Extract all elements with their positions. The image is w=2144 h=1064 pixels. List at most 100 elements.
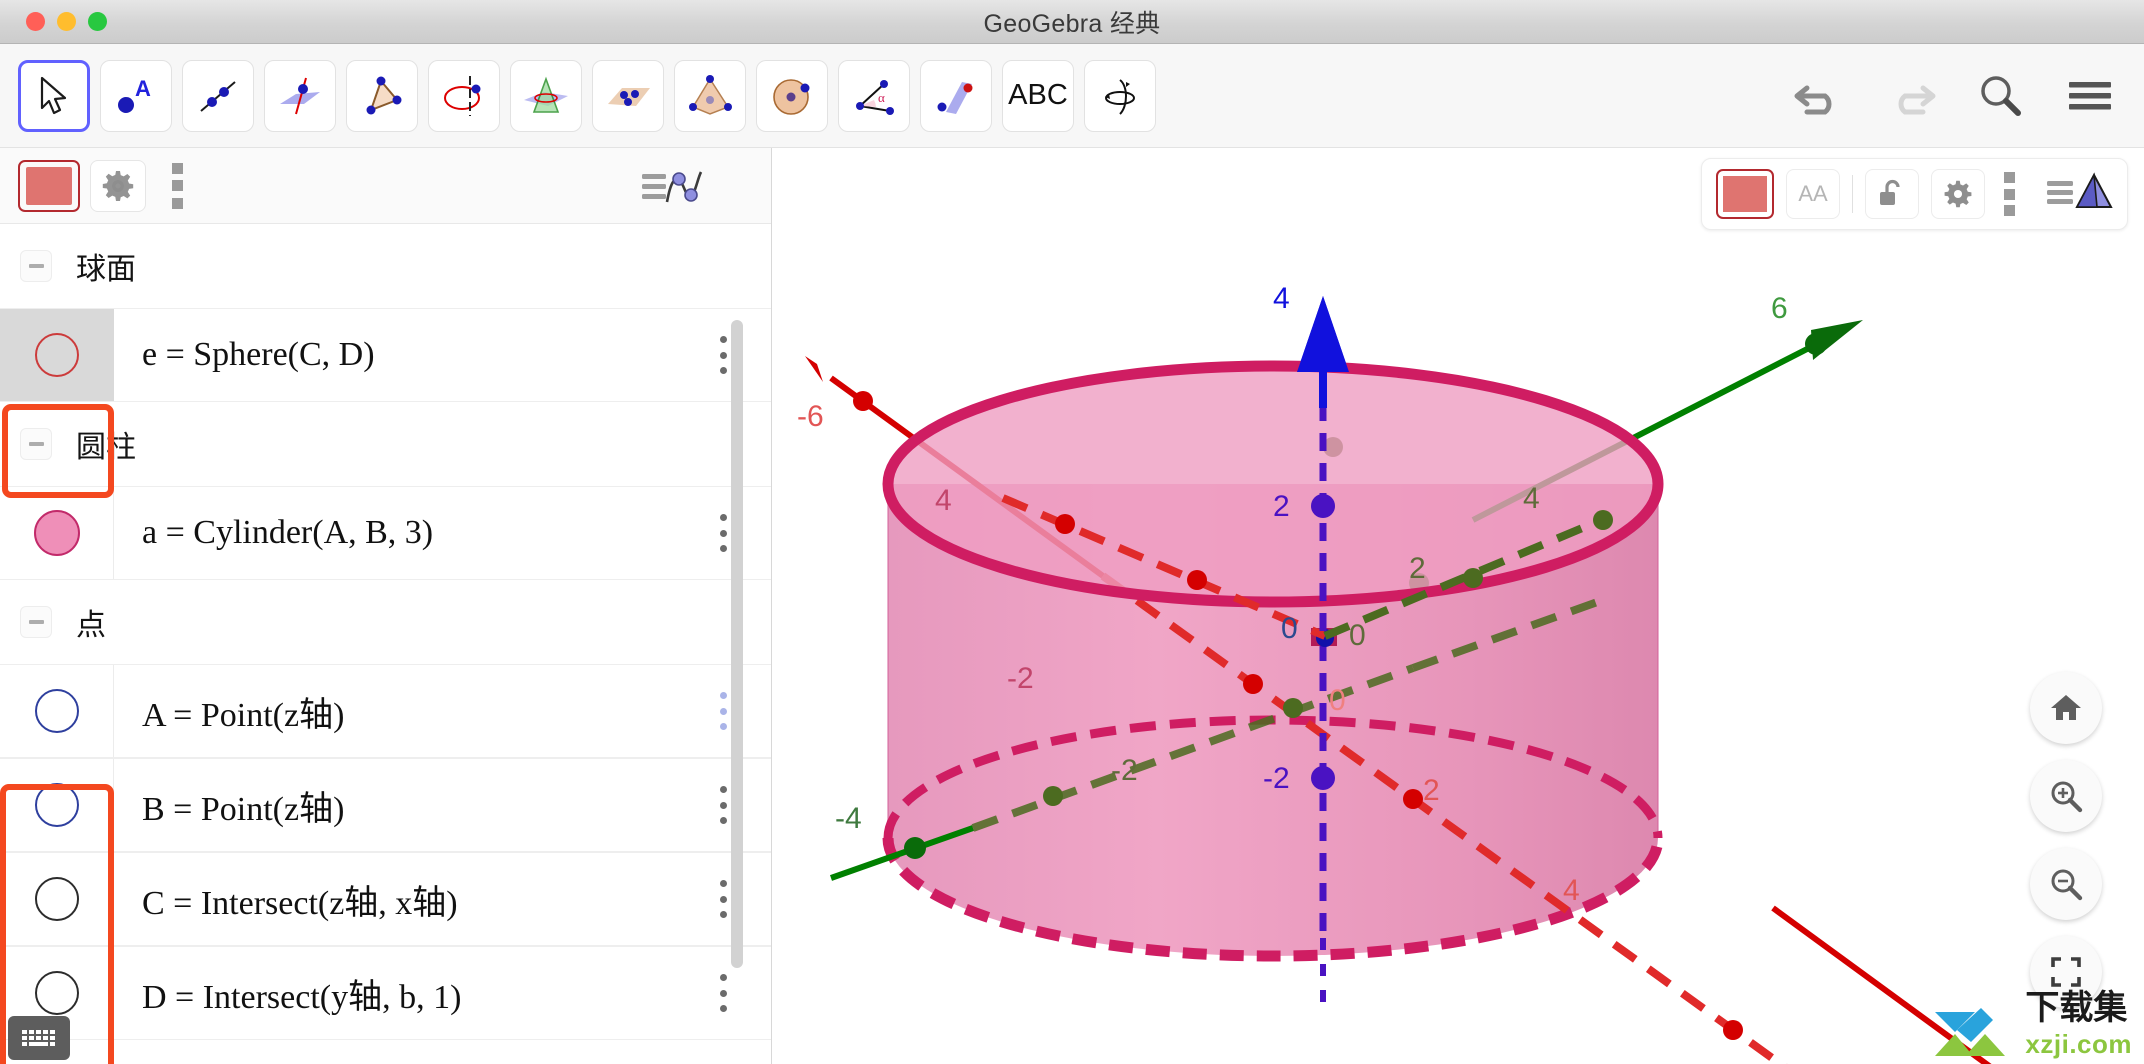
algebra-row-point-a[interactable]: A = Point(z轴) [0,664,771,758]
algebra-scrollbar[interactable] [731,320,743,968]
row-menu-point-c[interactable] [719,880,727,918]
row-menu-point-a[interactable] [719,692,727,730]
algebra-group-header-sphere[interactable]: 球面 [0,224,771,308]
algebra-row-point-c[interactable]: C = Intersect(z轴, x轴) [0,852,771,946]
rotate-view-tool[interactable] [1084,59,1156,132]
plane-tool[interactable] [592,59,664,132]
watermark-text: 下载集 [2025,989,2128,1027]
svg-text:4: 4 [1523,482,1540,515]
watermark-url: xzji.com [2025,1029,2132,1059]
algebra-panel-header [0,148,771,224]
marker-ring-icon [34,689,79,733]
visibility-toggle-point-b[interactable] [0,759,114,851]
algebra-row-point-b[interactable]: B = Point(z轴) [0,758,771,852]
algebra-row-cylinder-a[interactable]: a = Cylinder(A, B, 3) [0,486,771,580]
aa-font-icon: AA [1798,181,1828,206]
circle-tool[interactable] [428,59,500,132]
marker-ring-icon [34,783,79,827]
algebra-group-header-cylinder[interactable]: 圆柱 [0,402,771,486]
collapse-sphere-button[interactable] [20,250,52,282]
graphics-color-swatch[interactable] [1716,169,1774,219]
search-button[interactable] [1972,68,2028,124]
point-tool[interactable]: A [100,59,172,132]
marker-ring-icon [35,333,79,377]
expression-point-b[interactable]: B = Point(z轴) [114,781,771,830]
marker-ring-icon [34,971,79,1015]
line-tool[interactable] [182,59,254,132]
graphics-settings-button[interactable] [1931,169,1985,219]
graphics-3d-view[interactable]: AA -6 4 -2 0 2 4 -4 -2 0 2 4 6 4 2 0 -2 … [773,148,2144,1064]
visibility-toggle-point-a[interactable] [0,665,114,757]
svg-text:-2: -2 [1007,662,1034,695]
pyramid-tool[interactable] [674,59,746,132]
expression-point-d[interactable]: D = Intersect(y轴, b, 1) [114,969,771,1018]
redo-button[interactable] [1882,68,1938,124]
title-bar: GeoGebra 经典 [0,0,2144,44]
polygon-tool[interactable] [346,59,418,132]
svg-text:0: 0 [1349,619,1366,652]
algebra-settings-button[interactable] [90,159,146,212]
angle-tool[interactable]: α [838,59,910,132]
collapse-cylinder-button[interactable] [20,428,52,460]
algebra-list: 球面 e = Sphere(C, D) 圆柱 a = Cylinder(A, B… [0,224,771,1064]
group-title-sphere: 球面 [76,253,136,286]
undo-button[interactable] [1792,68,1848,124]
algebra-view-icon[interactable] [641,166,707,213]
expression-sphere-e[interactable]: e = Sphere(C, D) [114,336,771,374]
cone-tool[interactable] [510,59,582,132]
perpendicular-line-tool[interactable] [264,59,336,132]
expression-point-c[interactable]: C = Intersect(z轴, x轴) [114,875,771,924]
row-menu-point-d[interactable] [719,974,727,1012]
marker-dot-icon [33,510,80,556]
visibility-toggle-point-c[interactable] [0,853,114,945]
svg-text:2: 2 [1273,490,1290,523]
svg-text:A: A [135,76,151,101]
algebra-row-sphere-e[interactable]: e = Sphere(C, D) [0,308,771,402]
visibility-toggle-sphere-e[interactable] [0,309,114,401]
svg-text:2: 2 [1423,774,1440,807]
font-size-button[interactable]: AA [1786,169,1840,219]
visibility-toggle-cylinder-a[interactable] [0,487,114,579]
tool-buttons: A α ABC [18,59,1156,132]
cylinder-top-face [882,360,1664,608]
svg-text:4: 4 [1563,874,1580,907]
toolbar-divider [1852,175,1853,213]
sphere-tool[interactable] [756,59,828,132]
svg-text:0: 0 [1329,684,1346,717]
svg-text:4: 4 [935,484,952,517]
zoom-out-button[interactable] [2030,848,2102,920]
svg-text:α: α [878,90,885,105]
group-title-cylinder: 圆柱 [76,431,136,464]
algebra-group-header-points[interactable]: 点 [0,580,771,664]
algebra-overflow-button[interactable] [164,162,190,209]
text-tool[interactable]: ABC [1002,59,1074,132]
row-menu-sphere-e[interactable] [719,336,727,374]
virtual-keyboard-button[interactable] [8,1016,70,1060]
3d-graphics-view-icon[interactable] [2047,171,2113,218]
move-tool[interactable] [18,59,90,132]
algebra-panel: 球面 e = Sphere(C, D) 圆柱 a = Cylinder(A, B… [0,148,772,1064]
collapse-points-button[interactable] [20,606,52,638]
cylinder-3d-scene[interactable]: -6 4 -2 0 2 4 -4 -2 0 2 4 6 4 2 0 -2 [773,148,2144,1064]
algebra-color-swatch[interactable] [18,159,80,212]
reflect-tool[interactable] [920,59,992,132]
row-menu-cylinder-a[interactable] [719,514,727,552]
row-menu-point-b[interactable] [719,786,727,824]
expression-cylinder-a[interactable]: a = Cylinder(A, B, 3) [114,514,771,552]
svg-text:2: 2 [1409,552,1426,585]
graphics-overflow-button[interactable] [1997,172,2021,216]
watermark: 下载集 xzji.com [1933,980,2132,1060]
zoom-in-button[interactable] [2030,760,2102,832]
graphics-style-bar: AA [1701,158,2128,230]
svg-text:4: 4 [1273,282,1290,315]
home-view-button[interactable] [2030,672,2102,744]
main-toolbar: A α ABC [0,44,2144,148]
algebra-row-point-d[interactable]: D = Intersect(y轴, b, 1) [0,946,771,1040]
menu-button[interactable] [2062,68,2118,124]
svg-text:-4: -4 [835,802,862,835]
expression-point-a[interactable]: A = Point(z轴) [114,687,771,736]
lock-button[interactable] [1865,169,1919,219]
svg-text:6: 6 [1771,292,1788,325]
marker-ring-icon [34,877,79,921]
geogebra-app-window: GeoGebra 经典 A α ABC 球面 e = Sphere(C, D) … [0,0,2144,1064]
